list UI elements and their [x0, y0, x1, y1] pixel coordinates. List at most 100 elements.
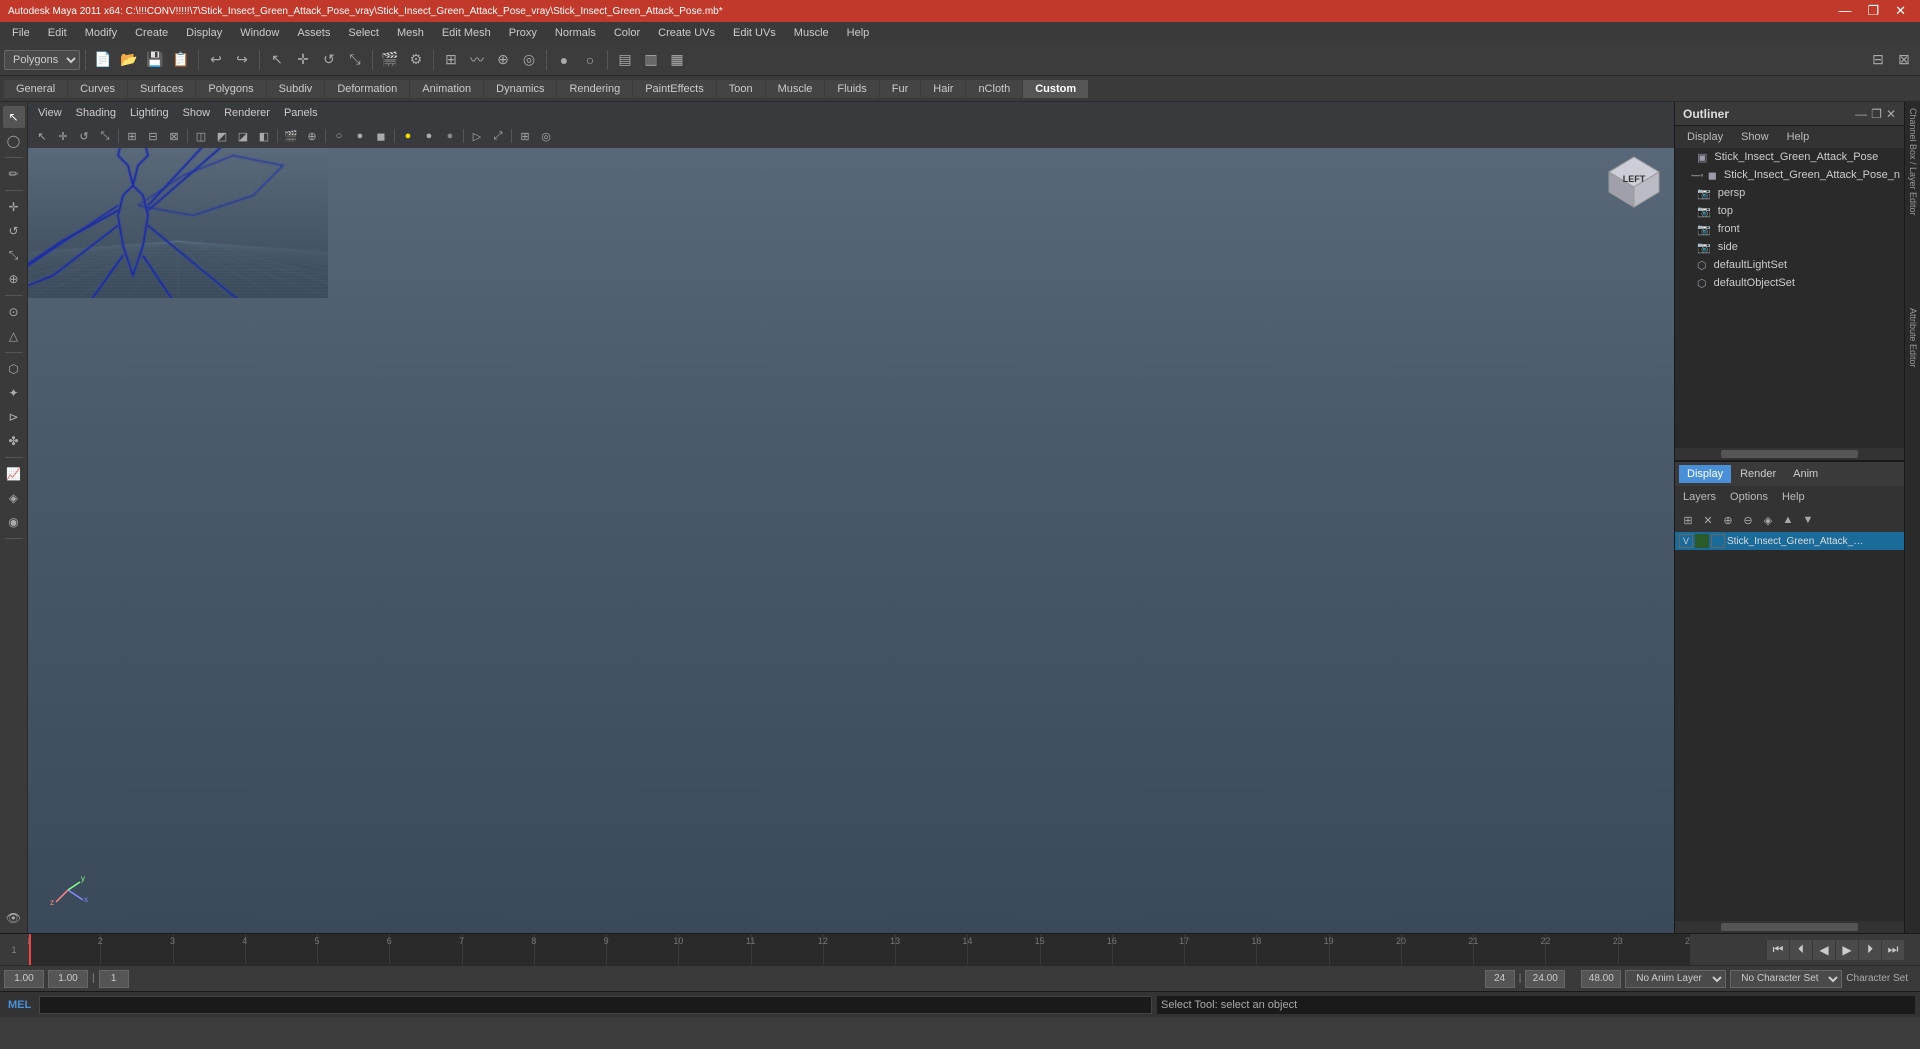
- render-button[interactable]: 🎬: [378, 48, 402, 72]
- anim-end-field[interactable]: [1525, 970, 1565, 988]
- create-layer[interactable]: ⬡: [3, 358, 25, 380]
- outliner-item-4[interactable]: 📷front: [1675, 220, 1904, 238]
- layer-layers[interactable]: Layers: [1679, 491, 1720, 503]
- layout-button[interactable]: ⊟: [1866, 48, 1890, 72]
- vp-wire-icon[interactable]: ○: [329, 127, 349, 145]
- universal-tool[interactable]: ⊕: [3, 268, 25, 290]
- menu-create-uvs[interactable]: Create UVs: [650, 25, 723, 41]
- layer-help[interactable]: Help: [1778, 491, 1809, 503]
- outliner-minimize[interactable]: —: [1855, 107, 1867, 121]
- menu-file[interactable]: File: [4, 25, 38, 41]
- vp-move-icon[interactable]: ✛: [53, 127, 73, 145]
- undo-button[interactable]: ↩: [204, 48, 228, 72]
- save-as-button[interactable]: 📋: [169, 48, 193, 72]
- menu-normals[interactable]: Normals: [547, 25, 604, 41]
- viewport[interactable]: View Shading Lighting Show Renderer Pane…: [28, 102, 1674, 933]
- play-back-btn[interactable]: ◀: [1813, 940, 1835, 960]
- anim-end-field-2[interactable]: [1581, 970, 1621, 988]
- sculpt-tool[interactable]: △: [3, 325, 25, 347]
- open-file-button[interactable]: 📂: [117, 48, 141, 72]
- vp-render-icon[interactable]: 🎬: [281, 127, 301, 145]
- select-tool-button[interactable]: ↖: [265, 48, 289, 72]
- restore-button[interactable]: ❐: [1861, 3, 1885, 19]
- graph-editor[interactable]: 📈: [3, 463, 25, 485]
- minimize-button[interactable]: —: [1832, 3, 1857, 19]
- vp-tool-2[interactable]: ⤢: [488, 127, 508, 145]
- attr-editor-toggle[interactable]: ▦: [665, 48, 689, 72]
- vp-light-1[interactable]: ●: [398, 127, 418, 145]
- menu-modify[interactable]: Modify: [77, 25, 125, 41]
- render-settings-button[interactable]: ⚙: [404, 48, 428, 72]
- vp-rotate-icon[interactable]: ↺: [74, 127, 94, 145]
- redo-button[interactable]: ↪: [230, 48, 254, 72]
- select-objs-btn[interactable]: ◈: [1759, 511, 1777, 529]
- tab-custom[interactable]: Custom: [1023, 80, 1088, 98]
- outliner-item-6[interactable]: ⬡defaultLightSet: [1675, 256, 1904, 274]
- outliner-tab-help[interactable]: Help: [1779, 129, 1818, 145]
- rotate-tool-button[interactable]: ↺: [317, 48, 341, 72]
- rotate-tool-left[interactable]: ↺: [3, 220, 25, 242]
- vp-scale-icon[interactable]: ⤡: [95, 127, 115, 145]
- viewport-menu-show[interactable]: Show: [177, 105, 217, 121]
- tab-subdiv[interactable]: Subdiv: [267, 80, 325, 98]
- layer-content[interactable]: V Stick_Insect_Green_Attack_Pose_lay: [1675, 532, 1904, 921]
- vp-select-icon[interactable]: ↖: [32, 127, 52, 145]
- outliner-tab-show[interactable]: Show: [1733, 129, 1777, 145]
- vp-grid-icon[interactable]: ⊞: [515, 127, 535, 145]
- outliner-content[interactable]: ▣Stick_Insect_Green_Attack_Pose—◦◼Stick_…: [1675, 148, 1904, 448]
- tab-hair[interactable]: Hair: [921, 80, 965, 98]
- close-button[interactable]: ✕: [1889, 3, 1912, 19]
- view-cube[interactable]: LEFT: [1604, 152, 1664, 212]
- timeline-wrapper[interactable]: 123456789101112131415161718192021222324: [28, 934, 1690, 965]
- menu-color[interactable]: Color: [606, 25, 648, 41]
- tab-rendering[interactable]: Rendering: [557, 80, 632, 98]
- snap-grid-button[interactable]: ⊞: [439, 48, 463, 72]
- tab-muscle[interactable]: Muscle: [766, 80, 825, 98]
- remove-select-btn[interactable]: ⊖: [1739, 511, 1757, 529]
- cb-tab-render[interactable]: Render: [1732, 465, 1784, 483]
- tab-dynamics[interactable]: Dynamics: [484, 80, 556, 98]
- no-char-set-dropdown[interactable]: No Character Set: [1730, 970, 1842, 988]
- outliner-item-2[interactable]: 📷persp: [1675, 184, 1904, 202]
- tool-settings-button[interactable]: ▤: [613, 48, 637, 72]
- snap-curve-button[interactable]: 〰: [465, 48, 489, 72]
- move-up-btn[interactable]: ▲: [1779, 511, 1797, 529]
- tab-painteffects[interactable]: PaintEffects: [633, 80, 716, 98]
- tab-fur[interactable]: Fur: [880, 80, 921, 98]
- viewport-canvas[interactable]: [28, 148, 328, 298]
- outliner-restore[interactable]: ❐: [1871, 107, 1882, 121]
- vp-display-1[interactable]: ⊞: [122, 127, 142, 145]
- menu-display[interactable]: Display: [178, 25, 230, 41]
- display-button[interactable]: ●: [552, 48, 576, 72]
- outliner-item-7[interactable]: ⬡defaultObjectSet: [1675, 274, 1904, 292]
- expand-button[interactable]: ⊠: [1892, 48, 1916, 72]
- outliner-hscroll[interactable]: [1675, 448, 1904, 460]
- vp-tool-1[interactable]: ▷: [467, 127, 487, 145]
- add-select-btn[interactable]: ⊕: [1719, 511, 1737, 529]
- tab-curves[interactable]: Curves: [68, 80, 127, 98]
- timeline-playhead[interactable]: [29, 934, 31, 965]
- viewport-menu-lighting[interactable]: Lighting: [124, 105, 175, 121]
- layer-hscroll-thumb[interactable]: [1721, 923, 1858, 931]
- tab-fluids[interactable]: Fluids: [825, 80, 878, 98]
- vp-texture-icon[interactable]: ◼: [371, 127, 391, 145]
- select-tool[interactable]: ↖: [3, 106, 25, 128]
- snap-point-button[interactable]: ⊕: [491, 48, 515, 72]
- go-to-start-btn[interactable]: ⏮: [1767, 940, 1789, 960]
- cb-tab-display[interactable]: Display: [1679, 465, 1731, 483]
- layer-vis-toggle[interactable]: V: [1679, 534, 1693, 548]
- scale-tool-left[interactable]: ⤡: [3, 244, 25, 266]
- vp-display-3[interactable]: ⊠: [164, 127, 184, 145]
- go-to-end-btn[interactable]: ⏭: [1882, 940, 1904, 960]
- outliner-item-5[interactable]: 📷side: [1675, 238, 1904, 256]
- tab-toon[interactable]: Toon: [717, 80, 765, 98]
- polygon-mode-dropdown[interactable]: Polygons: [4, 50, 80, 70]
- vp-cam-4[interactable]: ◧: [254, 127, 274, 145]
- scale-tool-button[interactable]: ⤡: [343, 48, 367, 72]
- range-start-field[interactable]: [99, 970, 129, 988]
- tab-ncloth[interactable]: nCloth: [966, 80, 1022, 98]
- viewport-menu-shading[interactable]: Shading: [70, 105, 122, 121]
- viewport-menu-panels[interactable]: Panels: [278, 105, 324, 121]
- menu-edit[interactable]: Edit: [40, 25, 75, 41]
- camera-tool[interactable]: 👁: [3, 907, 25, 929]
